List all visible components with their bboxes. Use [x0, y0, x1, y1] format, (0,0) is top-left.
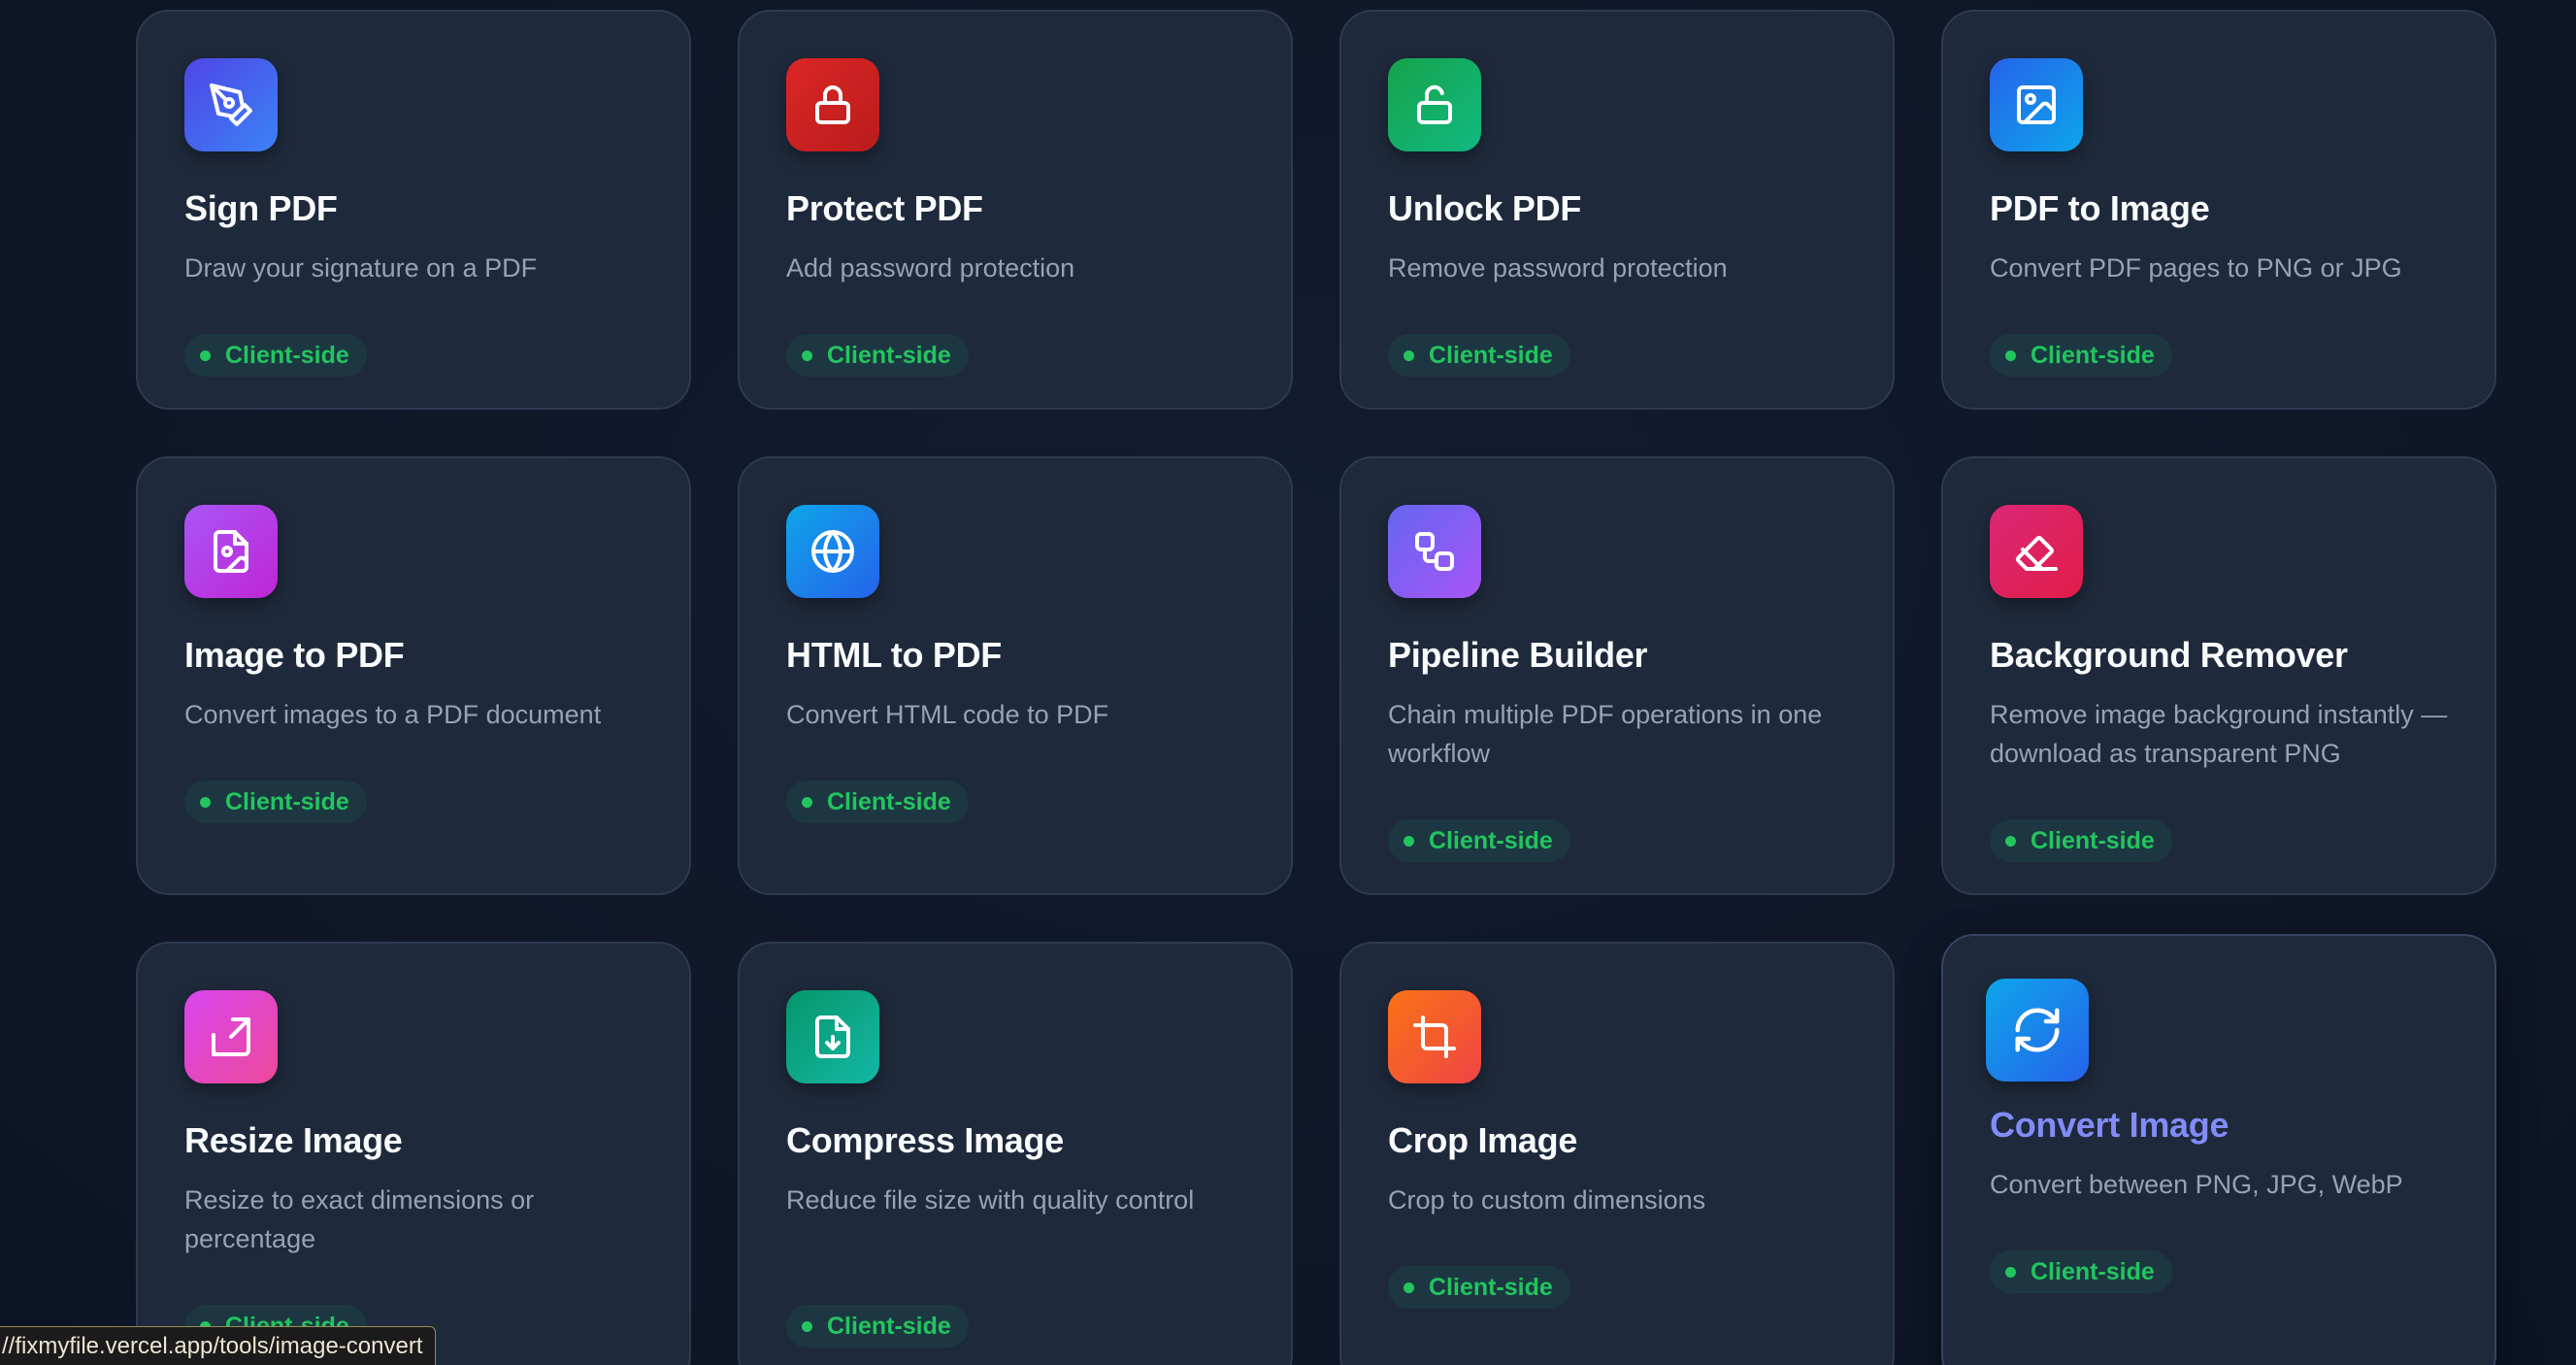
- tool-icon-box: [786, 990, 879, 1083]
- badge-label: Client-side: [827, 342, 951, 369]
- tool-icon-box: [786, 505, 879, 598]
- client-side-badge: Client-side: [184, 781, 367, 823]
- refresh-icon: [2015, 1008, 2060, 1052]
- tools-page: Sign PDF Draw your signature on a PDF Clie…: [0, 0, 2576, 1365]
- status-dot: [2005, 1267, 2016, 1278]
- status-dot: [802, 797, 812, 808]
- client-side-badge: Client-side: [786, 1305, 969, 1348]
- badge-label: Client-side: [827, 1313, 951, 1340]
- client-side-badge: Client-side: [1990, 1250, 2172, 1293]
- client-side-badge: Client-side: [1388, 819, 1570, 862]
- resize-icon: [212, 1017, 250, 1056]
- tool-description: Resize to exact dimensions or percentage: [184, 1185, 535, 1253]
- tool-icon-box: [786, 58, 879, 151]
- client-side-badge: Client-side: [786, 781, 969, 823]
- tool-description: Convert HTML code to PDF: [786, 700, 1109, 729]
- tool-icon-box: [1990, 58, 2083, 151]
- badge-label: Client-side: [1429, 342, 1553, 369]
- status-dot: [200, 797, 211, 808]
- badge-label: Client-side: [2031, 1258, 2155, 1285]
- status-dot: [200, 350, 211, 361]
- pen-tool-icon: [210, 83, 252, 126]
- lock-icon: [815, 85, 850, 124]
- globe-icon: [811, 530, 854, 573]
- tool-card-pipeline-builder[interactable]: Pipeline Builder Chain multiple PDF opera…: [1339, 456, 1895, 895]
- tool-card-image-to-pdf[interactable]: Image to PDF Convert images to a PDF docu…: [136, 456, 691, 895]
- tool-icon-box: [1986, 979, 2089, 1082]
- client-side-badge: Client-side: [1388, 1266, 1570, 1309]
- tool-description: Crop to custom dimensions: [1388, 1185, 1706, 1215]
- tool-icon-box: [184, 505, 278, 598]
- tool-description: Add password protection: [786, 253, 1075, 283]
- tool-card-background-remover[interactable]: Background Remover Remove image backgroun…: [1941, 456, 2496, 895]
- tool-icon-box: [1990, 505, 2083, 598]
- file-download-icon: [815, 1015, 850, 1058]
- badge-label: Client-side: [2031, 342, 2155, 369]
- badge-label: Client-side: [827, 788, 951, 816]
- tool-description: Remove image background instantly — down…: [1990, 700, 2448, 768]
- status-dot: [1404, 350, 1414, 361]
- tool-card-pdf-to-image[interactable]: PDF to Image Convert PDF pages to PNG or …: [1941, 10, 2496, 410]
- tool-card-sign-pdf[interactable]: Sign PDF Draw your signature on a PDF Clie…: [136, 10, 691, 410]
- eraser-icon: [2015, 536, 2058, 571]
- tool-title: Crop Image: [1388, 1120, 1578, 1160]
- client-side-badge: Client-side: [1388, 334, 1570, 377]
- tool-title: Resize Image: [184, 1120, 403, 1160]
- tool-title: Unlock PDF: [1388, 188, 1582, 228]
- status-dot: [802, 350, 812, 361]
- workflow-icon: [1415, 532, 1454, 571]
- status-dot: [1404, 1282, 1414, 1293]
- tool-title: Compress Image: [786, 1120, 1064, 1160]
- badge-label: Client-side: [1429, 1274, 1553, 1301]
- tool-icon-box: [1388, 505, 1481, 598]
- tool-icon-box: [1388, 58, 1481, 151]
- tool-card-compress-image[interactable]: Compress Image Reduce file size with qual…: [738, 942, 1293, 1365]
- tool-title: Image to PDF: [184, 635, 405, 675]
- status-dot: [2005, 350, 2016, 361]
- tool-description: Convert between PNG, JPG, WebP: [1990, 1170, 2403, 1199]
- tool-description: Convert PDF pages to PNG or JPG: [1990, 253, 2402, 283]
- file-image-icon: [214, 530, 248, 573]
- tool-description: Chain multiple PDF operations in one wor…: [1388, 700, 1823, 768]
- status-dot: [1404, 836, 1414, 847]
- tool-description: Reduce file size with quality control: [786, 1185, 1195, 1215]
- tool-icon-box: [184, 58, 278, 151]
- tool-description: Draw your signature on a PDF: [184, 253, 538, 283]
- client-side-badge: Client-side: [184, 334, 367, 377]
- client-side-badge: Client-side: [1990, 819, 2172, 862]
- link-status-bar: //fixmyfile.vercel.app/tools/image-conve…: [0, 1326, 436, 1365]
- client-side-badge: Client-side: [1990, 334, 2172, 377]
- badge-label: Client-side: [1429, 827, 1553, 854]
- client-side-badge: Client-side: [786, 334, 969, 377]
- tool-title: Protect PDF: [786, 188, 983, 228]
- tool-grid: Sign PDF Draw your signature on a PDF Clie…: [0, 0, 2576, 1365]
- badge-label: Client-side: [2031, 827, 2155, 854]
- tool-title: Background Remover: [1990, 635, 2348, 675]
- tool-card-html-to-pdf[interactable]: HTML to PDF Convert HTML code to PDF Clien…: [738, 456, 1293, 895]
- tool-card-crop-image[interactable]: Crop Image Crop to custom dimensions Clien…: [1339, 942, 1895, 1365]
- tool-card-convert-image[interactable]: Convert Image Convert between PNG, JPG, W…: [1941, 934, 2496, 1365]
- tool-card-unlock-pdf[interactable]: Unlock PDF Remove password protection Clie…: [1339, 10, 1895, 410]
- tool-title: Sign PDF: [184, 188, 338, 228]
- unlock-icon: [1417, 84, 1452, 124]
- badge-label: Client-side: [225, 788, 349, 816]
- status-dot: [2005, 836, 2016, 847]
- tool-card-resize-image[interactable]: Resize Image Resize to exact dimensions o…: [136, 942, 691, 1365]
- tool-icon-box: [184, 990, 278, 1083]
- crop-icon: [1413, 1015, 1456, 1058]
- status-dot: [802, 1321, 812, 1332]
- tool-title: HTML to PDF: [786, 635, 1002, 675]
- tool-title: Convert Image: [1990, 1105, 2229, 1145]
- tool-card-protect-pdf[interactable]: Protect PDF Add password protection Client…: [738, 10, 1293, 410]
- tool-title: PDF to Image: [1990, 188, 2210, 228]
- badge-label: Client-side: [225, 342, 349, 369]
- tool-description: Remove password protection: [1388, 253, 1728, 283]
- tool-icon-box: [1388, 990, 1481, 1083]
- tool-description: Convert images to a PDF document: [184, 700, 602, 729]
- tool-title: Pipeline Builder: [1388, 635, 1648, 675]
- image-icon: [2017, 85, 2056, 124]
